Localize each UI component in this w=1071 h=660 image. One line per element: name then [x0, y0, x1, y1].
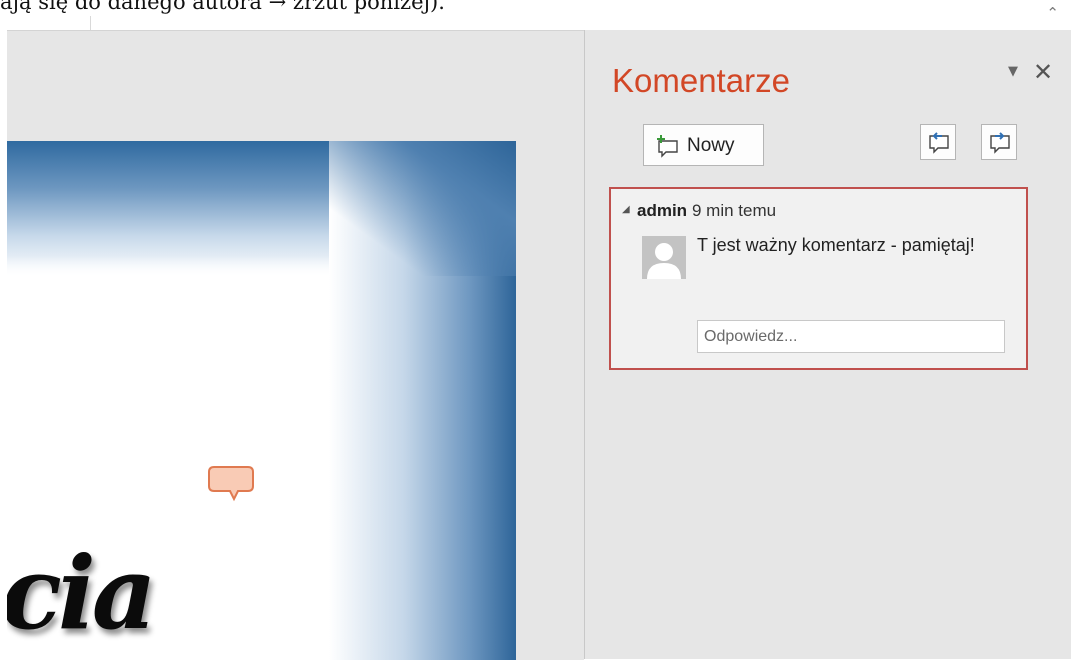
chevron-up-icon[interactable]: ⌃ [1046, 4, 1059, 22]
slide[interactable]: cia [7, 141, 516, 660]
comments-pane: Komentarze ▼ ✕ Nowy ◢ admin 9 min temu T… [584, 30, 1071, 659]
document-top-strip: ają się do danego autora → zrzut poniżej… [0, 0, 1071, 30]
slide-editor-area: cia [7, 30, 584, 660]
comment-author: admin [637, 201, 688, 220]
comment-text: T jest ważny komentarz - pamiętaj! [697, 235, 975, 255]
collapse-thread-icon[interactable]: ◢ [622, 204, 630, 215]
next-comment-button[interactable] [981, 124, 1017, 160]
pane-title: Komentarze [612, 62, 790, 99]
new-comment-label: Nowy [687, 135, 735, 156]
previous-comment-button[interactable] [920, 124, 956, 160]
comment-card[interactable]: ◢ admin 9 min temu T jest ważny komentar… [609, 187, 1028, 370]
comment-time: 9 min temu [692, 201, 777, 220]
slide-corner-gradient [329, 141, 516, 276]
user-avatar-icon [647, 243, 681, 279]
document-text-line: ają się do danego autora → zrzut poniżej… [0, 0, 445, 14]
new-comment-button[interactable]: Nowy [643, 124, 764, 166]
divider [90, 16, 91, 30]
editor-left-edge [0, 30, 7, 659]
close-icon[interactable]: ✕ [1033, 58, 1053, 86]
next-comment-icon [990, 132, 1010, 154]
triangle-down-icon[interactable]: ▼ [1008, 64, 1018, 79]
new-comment-icon [657, 135, 678, 158]
reply-input[interactable] [697, 320, 1005, 353]
comment-marker-icon[interactable] [208, 464, 256, 510]
avatar [642, 236, 686, 279]
slide-white-fade [7, 256, 329, 281]
previous-comment-icon [929, 132, 949, 154]
slide-title-text[interactable]: cia [7, 543, 157, 643]
